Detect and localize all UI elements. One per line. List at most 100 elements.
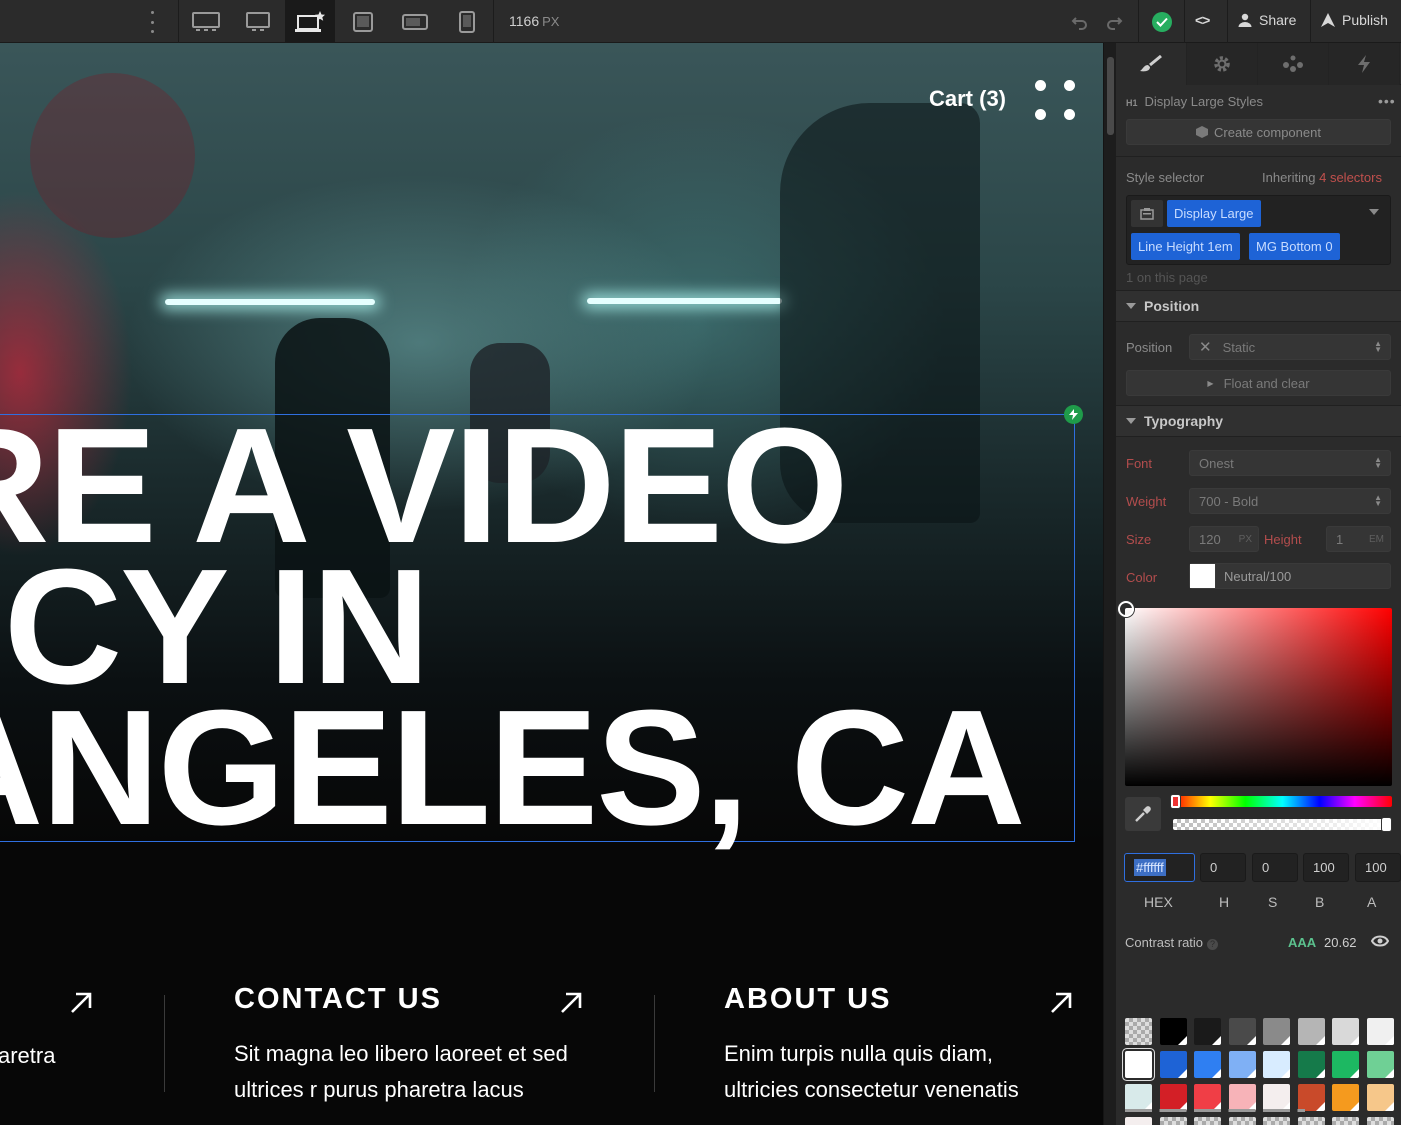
desktop-large-icon[interactable] — [181, 0, 231, 43]
cart-link[interactable]: Cart (3) — [929, 86, 1006, 112]
create-component-button[interactable]: Create component — [1126, 119, 1391, 145]
scrollbar-thumb[interactable] — [1107, 57, 1114, 135]
color-swatch[interactable] — [1366, 1084, 1394, 1111]
saturation-brightness-area[interactable] — [1125, 608, 1392, 786]
size-unit[interactable]: PX — [1239, 534, 1252, 545]
font-select[interactable]: Onest ▲ ▼ — [1189, 450, 1391, 476]
height-unit[interactable]: EM — [1369, 534, 1384, 545]
saturation-input[interactable]: 0 — [1252, 853, 1298, 882]
menu-grid-icon[interactable] — [1035, 80, 1077, 122]
inheriting-selectors-link[interactable]: 4 selectors — [1319, 170, 1382, 185]
hue-input[interactable]: 0 — [1200, 853, 1246, 882]
color-swatch[interactable] — [1194, 1051, 1221, 1078]
component-box-icon — [1196, 126, 1209, 138]
canvas-scrollbar[interactable] — [1103, 43, 1116, 1125]
settings-gear-icon[interactable] — [1187, 43, 1258, 85]
color-swatch[interactable] — [1159, 1117, 1187, 1125]
color-swatch[interactable] — [1332, 1084, 1359, 1111]
color-swatch[interactable] — [1366, 1117, 1394, 1125]
mobile-portrait-icon[interactable] — [442, 0, 492, 43]
lightning-badge-icon[interactable] — [1064, 405, 1083, 424]
color-swatch[interactable] — [1263, 1051, 1290, 1078]
color-swatch[interactable] — [1159, 1084, 1187, 1111]
color-swatch[interactable] — [1125, 1117, 1152, 1125]
undo-icon[interactable] — [1070, 12, 1090, 32]
canvas-width-readout[interactable]: 1166 PX — [509, 13, 559, 29]
position-select[interactable]: ✕ Static ▲ ▼ — [1189, 334, 1391, 360]
color-swatch[interactable] — [1228, 1084, 1256, 1111]
height-input[interactable]: 1 EM — [1326, 526, 1391, 552]
alpha-input[interactable]: 100 — [1355, 853, 1401, 882]
color-swatch[interactable] — [1159, 1051, 1187, 1078]
color-swatch[interactable] — [1194, 1117, 1221, 1125]
design-canvas[interactable]: Cart (3) E’RE A VIDEO ENCY IN S ANGELES,… — [0, 43, 1103, 1125]
code-export-button[interactable]: <> — [1195, 12, 1210, 28]
footer-column-contact[interactable]: CONTACT US Sit magna leo libero laoreet … — [234, 983, 614, 1108]
hex-input[interactable]: #ffffff — [1124, 853, 1195, 882]
position-section-header[interactable]: Position — [1116, 290, 1401, 322]
color-swatch[interactable] — [1228, 1018, 1256, 1045]
desktop-icon[interactable] — [233, 0, 283, 43]
share-button[interactable]: Share — [1238, 12, 1296, 28]
arrow-up-right-icon[interactable] — [68, 990, 94, 1016]
chip-line-height[interactable]: Line Height 1em — [1131, 233, 1240, 260]
saturation-knob[interactable] — [1118, 601, 1134, 617]
color-swatch-white[interactable] — [1190, 564, 1216, 588]
contact-us-title[interactable]: CONTACT US — [234, 983, 614, 1016]
help-question-icon[interactable]: ? — [1207, 939, 1219, 950]
color-swatch[interactable] — [1228, 1051, 1256, 1078]
color-swatch[interactable] — [1366, 1018, 1394, 1045]
hue-slider-handle[interactable] — [1171, 795, 1180, 808]
eyedropper-icon[interactable] — [1125, 797, 1161, 831]
color-swatch[interactable] — [1125, 1051, 1152, 1078]
color-swatch[interactable] — [1297, 1051, 1325, 1078]
alpha-slider[interactable] — [1173, 819, 1392, 830]
weight-select[interactable]: 700 - Bold ▲ ▼ — [1189, 488, 1391, 514]
color-swatch[interactable] — [1366, 1051, 1394, 1078]
tablet-landscape-icon[interactable] — [338, 0, 388, 43]
publish-button[interactable]: Publish — [1320, 12, 1388, 28]
color-swatch[interactable] — [1332, 1051, 1359, 1078]
color-swatch[interactable] — [1263, 1084, 1290, 1111]
brightness-input[interactable]: 100 — [1303, 853, 1349, 882]
hue-slider[interactable] — [1173, 796, 1392, 807]
chip-mg-bottom[interactable]: MG Bottom 0 — [1249, 233, 1340, 260]
laptop-base-icon[interactable] — [285, 0, 335, 43]
color-swatch[interactable] — [1332, 1018, 1359, 1045]
alpha-slider-handle[interactable] — [1382, 818, 1391, 831]
color-swatch[interactable] — [1297, 1018, 1325, 1045]
redo-icon[interactable] — [1104, 12, 1124, 32]
style-brush-icon[interactable] — [1116, 43, 1187, 85]
typography-section-header[interactable]: Typography — [1116, 405, 1401, 437]
style-selector-box[interactable]: Display Large Line Height 1em MG Bottom … — [1126, 195, 1391, 265]
mobile-landscape-icon[interactable] — [390, 0, 440, 43]
float-clear-button[interactable]: ▶ Float and clear — [1126, 370, 1391, 396]
color-swatch[interactable] — [1297, 1117, 1325, 1125]
color-swatch[interactable] — [1194, 1018, 1221, 1045]
interactions-drops-icon[interactable] — [1258, 43, 1329, 85]
check-status-icon[interactable] — [1152, 12, 1172, 32]
more-horizontal-icon[interactable]: ••• — [1378, 93, 1396, 109]
color-swatch[interactable] — [1228, 1117, 1256, 1125]
about-us-title[interactable]: ABOUT US — [724, 983, 1103, 1016]
color-field[interactable]: Neutral/100 — [1189, 563, 1391, 589]
hero-headline[interactable]: E’RE A VIDEO ENCY IN S ANGELES, CA — [0, 404, 1080, 850]
selector-type-icon[interactable] — [1131, 200, 1163, 227]
arrow-up-right-icon[interactable] — [1048, 990, 1074, 1016]
arrow-up-right-icon[interactable] — [558, 990, 584, 1016]
color-swatch[interactable] — [1297, 1084, 1325, 1111]
eye-icon[interactable] — [1371, 934, 1389, 948]
chip-display-large[interactable]: Display Large — [1167, 200, 1261, 227]
color-swatch[interactable] — [1159, 1018, 1187, 1045]
lightning-icon[interactable] — [1329, 43, 1400, 85]
footer-column-about[interactable]: ABOUT US Enim turpis nulla quis diam, ult… — [724, 983, 1103, 1108]
chevron-down-icon[interactable] — [1369, 209, 1379, 215]
color-swatch[interactable] — [1332, 1117, 1359, 1125]
color-swatch[interactable] — [1125, 1018, 1152, 1045]
color-swatch[interactable] — [1194, 1084, 1221, 1111]
size-input[interactable]: 120 PX — [1189, 526, 1259, 552]
more-vertical-icon[interactable] — [146, 11, 158, 33]
color-swatch[interactable] — [1125, 1084, 1152, 1111]
color-swatch[interactable] — [1263, 1117, 1290, 1125]
color-swatch[interactable] — [1263, 1018, 1290, 1045]
